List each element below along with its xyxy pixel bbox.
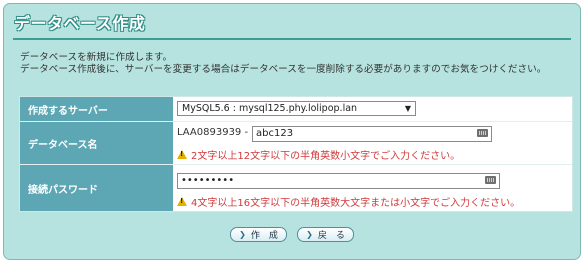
keyboard-icon[interactable] bbox=[477, 129, 488, 137]
dropdown-arrow-icon: ▼ bbox=[404, 104, 411, 113]
dbname-input[interactable]: abc123 bbox=[252, 126, 492, 142]
password-hint-text: 4文字以上16文字以下の半角英数大文字または小文字でご入力ください。 bbox=[191, 198, 521, 209]
keyboard-icon[interactable] bbox=[485, 176, 496, 184]
create-button[interactable]: ❯ 作 成 bbox=[230, 227, 287, 242]
description-line-2: データベース作成後に、サーバーを変更する場合はデータベースを一度削除する必要があ… bbox=[20, 64, 547, 75]
back-button[interactable]: ❯ 戻 る bbox=[297, 227, 354, 242]
dbname-hint-text: 2文字以上12文字以下の半角英数小文字でご入力ください。 bbox=[191, 151, 461, 162]
title-divider bbox=[13, 38, 571, 40]
password-input[interactable]: ••••••••• bbox=[177, 173, 500, 189]
dbname-hint: 2文字以上12文字以下の半角英数小文字でご入力ください。 bbox=[177, 147, 460, 162]
warning-icon bbox=[177, 197, 187, 206]
warning-icon bbox=[177, 150, 187, 159]
password-value-cell: ••••••••• 4文字以上16文字以下の半角英数大文字または小文字でご入力く… bbox=[173, 165, 572, 211]
chevron-right-icon: ❯ bbox=[239, 230, 246, 239]
create-button-label: 作 成 bbox=[250, 231, 278, 241]
server-label: 作成するサーバー bbox=[20, 97, 173, 121]
server-select[interactable]: MySQL5.6 : mysql125.phy.lolipop.lan ▼ bbox=[177, 101, 416, 116]
chevron-right-icon: ❯ bbox=[306, 230, 313, 239]
server-value-cell: MySQL5.6 : mysql125.phy.lolipop.lan ▼ bbox=[173, 97, 572, 121]
dbname-row: データベース名 LAA0893939 - abc123 2文字以上12文字以下の… bbox=[20, 122, 572, 164]
dbname-input-value: abc123 bbox=[256, 128, 294, 139]
password-label: 接続パスワード bbox=[20, 165, 173, 211]
dbname-prefix: LAA0893939 - bbox=[177, 127, 249, 138]
password-input-value: ••••••••• bbox=[181, 175, 235, 186]
description: データベースを新規に作成します。 データベース作成後に、サーバーを変更する場合は… bbox=[20, 52, 546, 76]
dbname-value-cell: LAA0893939 - abc123 2文字以上12文字以下の半角英数小文字で… bbox=[173, 122, 572, 164]
dbname-label: データベース名 bbox=[20, 122, 173, 164]
panel-title: データベース作成 bbox=[14, 14, 146, 33]
create-database-panel: データベース作成 データベースを新規に作成します。 データベース作成後に、サーバ… bbox=[3, 3, 581, 260]
description-line-1: データベースを新規に作成します。 bbox=[20, 52, 173, 63]
back-button-label: 戻 る bbox=[317, 231, 345, 241]
password-hint: 4文字以上16文字以下の半角英数大文字または小文字でご入力ください。 bbox=[177, 194, 520, 209]
password-row: 接続パスワード ••••••••• 4文字以上16文字以下の半角英数大文字または… bbox=[20, 165, 572, 211]
server-selected-value: MySQL5.6 : mysql125.phy.lolipop.lan bbox=[182, 103, 358, 114]
database-form: 作成するサーバー MySQL5.6 : mysql125.phy.lolipop… bbox=[19, 96, 573, 212]
server-row: 作成するサーバー MySQL5.6 : mysql125.phy.lolipop… bbox=[20, 97, 572, 121]
